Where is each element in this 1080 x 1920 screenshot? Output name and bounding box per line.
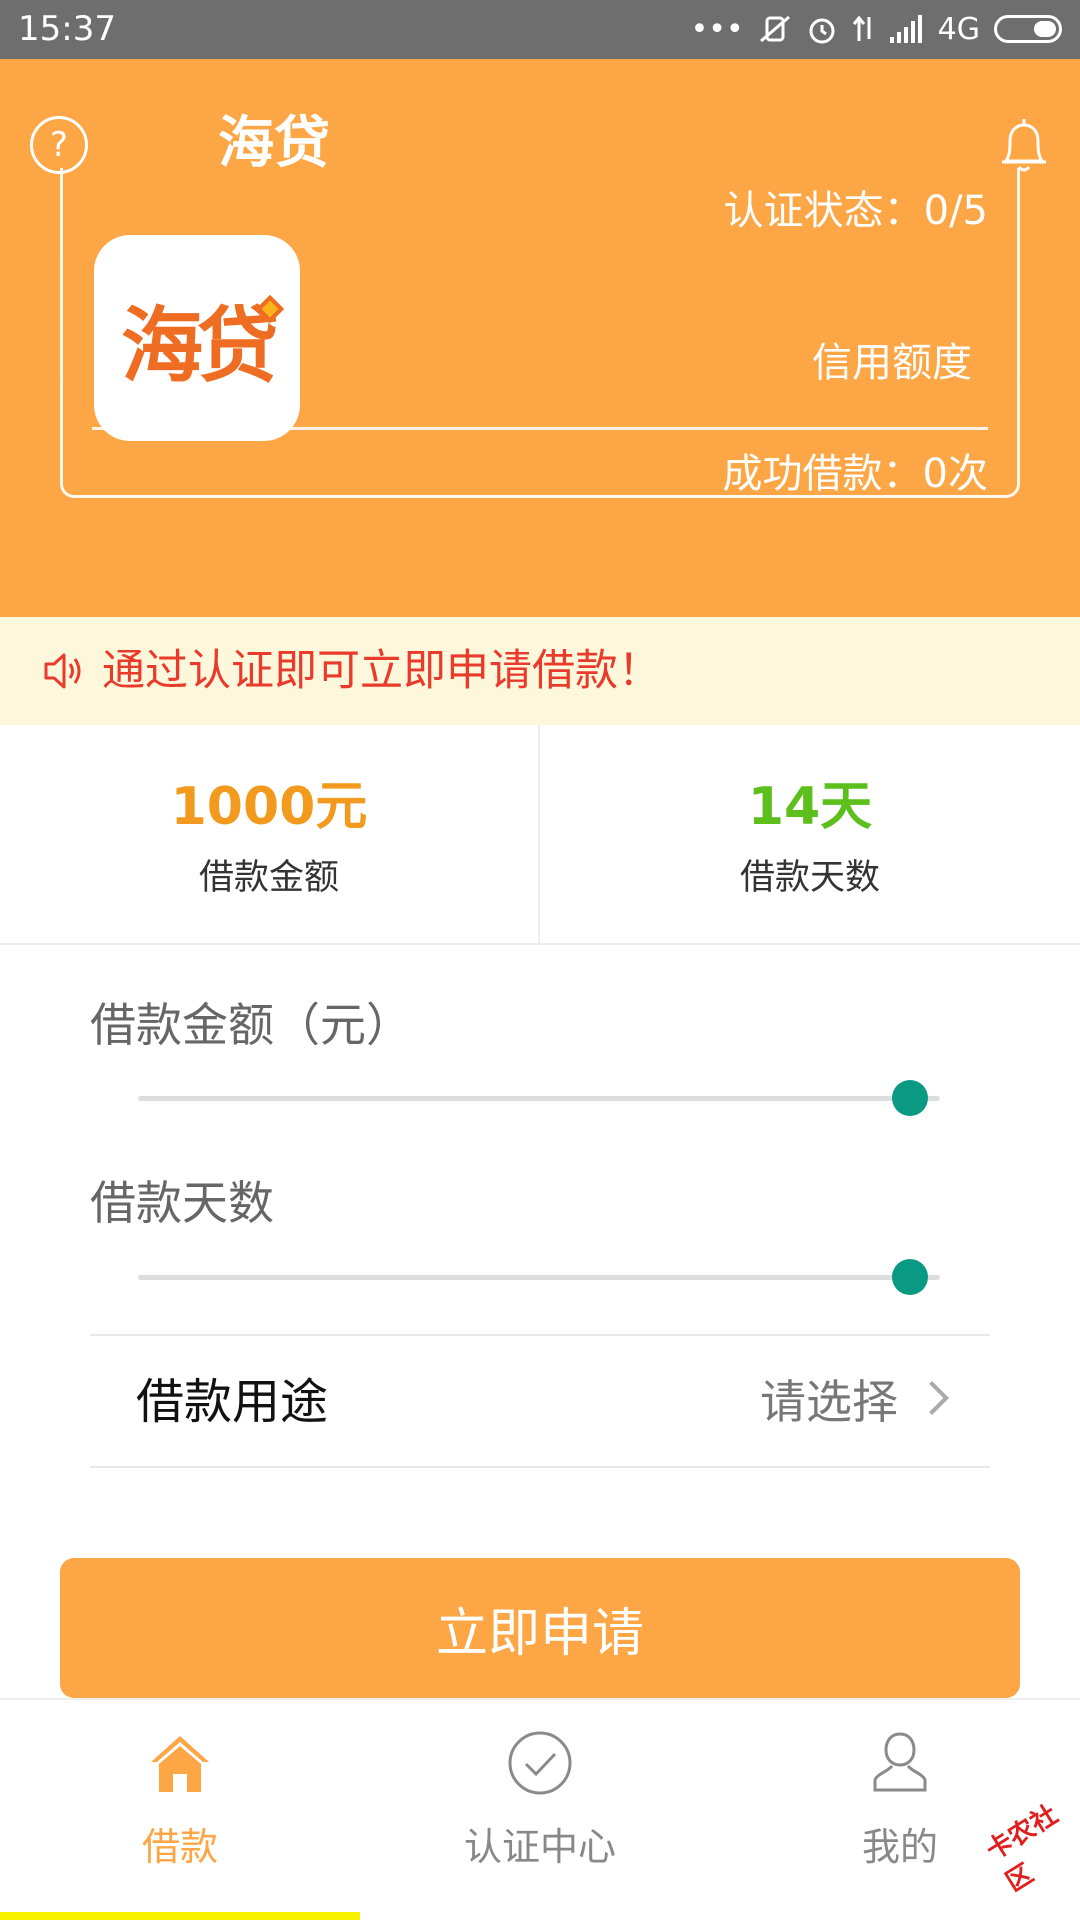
loan-purpose-select[interactable]: 请选择 <box>760 1370 898 1434</box>
status-bar: 15:37 ••• 4G <box>0 0 1080 59</box>
days-value: 14天 <box>747 777 873 837</box>
data-arrows-icon <box>852 13 876 45</box>
question-icon: ? <box>49 125 69 165</box>
amount-slider-label: 借款金额（元） <box>90 998 412 1052</box>
certification-status: 认证状态：0/5 <box>723 188 988 234</box>
tab-loan-label: 借款 <box>141 1825 218 1869</box>
check-circle-icon <box>508 1731 572 1795</box>
help-button[interactable]: ? <box>30 116 88 174</box>
notification-button[interactable] <box>996 115 1052 175</box>
tab-certification[interactable]: 认证中心 <box>360 1700 720 1920</box>
amount-label: 借款金额 <box>198 858 339 898</box>
alarm-icon <box>806 13 838 45</box>
credit-limit-label: 信用额度 <box>812 340 972 386</box>
days-summary: 14天 借款天数 <box>540 725 1080 943</box>
network-label: 4G <box>937 11 980 47</box>
apply-now-button[interactable]: 立即申请 <box>60 1558 1020 1698</box>
status-time: 15:37 <box>18 9 116 49</box>
days-slider[interactable] <box>138 1259 940 1295</box>
tab-loan[interactable]: 借款 <box>0 1700 360 1920</box>
battery-icon <box>994 15 1062 43</box>
loan-count: 成功借款：0次 <box>722 451 988 497</box>
logo-text: 海贷 <box>120 297 279 394</box>
days-label: 借款天数 <box>739 858 880 898</box>
loan-summary: 1000元 借款金额 14天 借款天数 <box>0 725 1080 945</box>
days-slider-thumb[interactable] <box>892 1259 928 1295</box>
bottom-strip <box>0 1912 360 1920</box>
loan-purpose-row[interactable]: 借款用途 请选择 <box>90 1334 990 1468</box>
amount-summary: 1000元 借款金额 <box>0 725 540 943</box>
vibrate-off-icon <box>758 14 792 44</box>
notice-text: 通过认证即可立即申请借款！ <box>102 646 661 696</box>
amount-slider[interactable] <box>138 1080 940 1116</box>
bottom-tab-bar: 借款 认证中心 我的 <box>0 1698 1080 1920</box>
notice-banner: 通过认证即可立即申请借款！ <box>0 617 1080 725</box>
signal-icon <box>889 15 924 43</box>
amount-value: 1000元 <box>170 777 368 837</box>
loan-purpose-label: 借款用途 <box>136 1374 329 1430</box>
chevron-right-icon <box>915 1381 949 1415</box>
bell-icon <box>1002 119 1046 172</box>
tab-certification-label: 认证中心 <box>463 1825 616 1869</box>
more-dots-icon: ••• <box>690 11 744 47</box>
status-icons: ••• 4G <box>691 8 1062 50</box>
home-icon <box>151 1736 209 1792</box>
card-divider <box>92 427 988 430</box>
speaker-icon <box>44 653 81 689</box>
days-slider-label: 借款天数 <box>90 1176 274 1230</box>
user-icon <box>873 1732 927 1792</box>
app-logo: 海贷 <box>94 235 300 441</box>
amount-slider-thumb[interactable] <box>892 1080 928 1116</box>
